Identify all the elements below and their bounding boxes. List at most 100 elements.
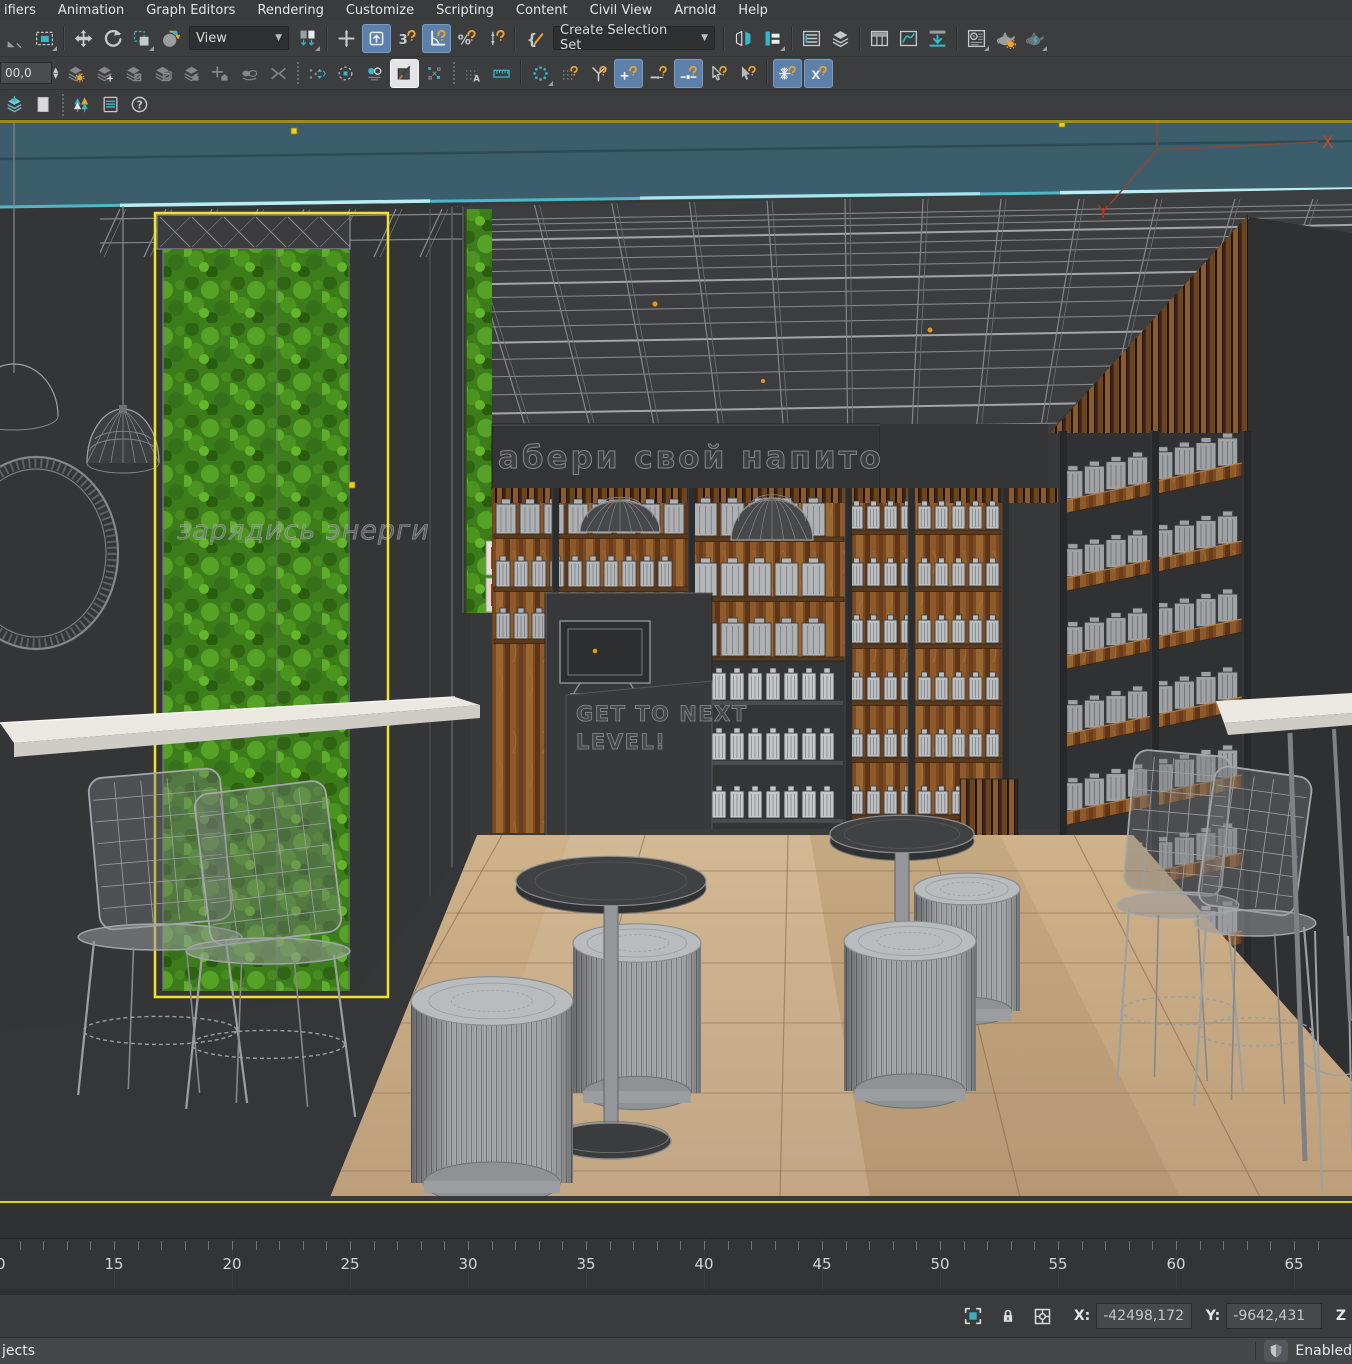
curve-editor-button[interactable] [895,25,922,52]
delete-help-button[interactable]: X [804,59,833,88]
render-setup-button[interactable] [992,25,1019,52]
use-pivot-point-center-button[interactable] [294,25,321,52]
timeline-tick [67,1241,68,1250]
security-shield-button[interactable] [1264,1340,1288,1362]
grid-help-button[interactable] [556,60,583,87]
notes-document-button[interactable] [97,91,124,118]
svg-text:X: X [812,68,821,82]
menu-item-scripting[interactable]: Scripting [425,3,505,18]
selection-lock-toggle-button[interactable] [996,1303,1021,1329]
mirror-icon [733,28,754,49]
align-button[interactable] [759,25,786,52]
material-editor-button[interactable] [963,25,990,52]
snap-override-button[interactable] [333,25,360,52]
manage-layers-button[interactable] [62,60,89,87]
menu-item-help[interactable]: Help [727,3,779,18]
circular-array-button[interactable] [527,60,554,87]
create-new-layer-button[interactable]: + [91,60,118,87]
track-bar-strip[interactable] [0,1203,1352,1239]
prompt-bar: jects Enabled [0,1338,1352,1364]
scatter-objects-button[interactable] [421,60,448,87]
percent-snap-toggle-button[interactable]: % [453,25,480,52]
timeline-tick [1318,1241,1319,1250]
align-pivots-button[interactable] [303,60,330,87]
mirror-button[interactable] [730,25,757,52]
menu-item-ifiers[interactable]: ifiers [2,3,47,18]
rectangular-selection-region-icon [34,28,55,49]
slider-help-button[interactable] [674,59,703,88]
snaps-toggle-button[interactable] [362,24,391,53]
set-current-layer-home-icon [182,64,201,83]
vegetation-paint-button[interactable] [68,91,95,118]
timeline-tick [444,1241,445,1250]
weight-spinner-spinner-arrows[interactable]: ▲▼ [53,67,58,79]
window-crossing-partial-icon [5,28,26,49]
measure-distance-button[interactable] [488,60,515,87]
ik-chain-help-icon [589,64,608,83]
svg-text:+: + [106,73,114,83]
perspective-viewport[interactable]: XYзарядись энергиабери свой напиток здес… [0,120,1352,1203]
isolate-selection-toggle-button[interactable] [961,1303,986,1329]
menu-item-arnold[interactable]: Arnold [663,3,727,18]
spinner-snap-toggle-button[interactable] [482,25,509,52]
cursor-help-button[interactable] [705,60,732,87]
paint-selection-button[interactable] [390,59,419,88]
toggle-ribbon-button[interactable] [866,25,893,52]
help-circle-button[interactable]: ? [126,91,153,118]
window-crossing-partial-button[interactable] [2,25,29,52]
angle-snap-toggle-button[interactable] [422,24,451,53]
timeline-tick [468,1241,469,1250]
x-coordinate-field[interactable]: -42498,172 [1096,1303,1192,1329]
add-point-help-button[interactable] [614,59,643,88]
toggle-layer-explorer-button[interactable] [827,25,854,52]
named-selection-set-dropdown[interactable]: Create Selection Set▼ [553,26,715,50]
segment-help-button[interactable] [645,60,672,87]
snap-3d-button[interactable]: 3 [393,25,420,52]
menu-item-graph-editors[interactable]: Graph Editors [135,3,246,18]
help-circle-icon: ? [130,95,149,114]
ik-chain-help-button[interactable] [585,60,612,87]
menu-item-content[interactable]: Content [505,3,579,18]
timeline-tick [1058,1241,1059,1250]
center-to-object-button[interactable] [332,60,359,87]
merge-layers-button[interactable] [265,60,292,87]
rectangular-selection-region-button[interactable] [31,25,58,52]
add-to-current-layer-button[interactable] [207,60,234,87]
cursor-filled-help-button[interactable] [734,60,761,87]
select-and-scale-button[interactable] [128,25,155,52]
select-and-move-button[interactable] [70,25,97,52]
menu-item-civil-view[interactable]: Civil View [579,3,664,18]
clone-and-align-button[interactable] [361,60,388,87]
toggle-layer-explorer-icon [830,28,851,49]
delete-layer-button[interactable] [120,60,147,87]
add-selection-to-layer-icon [153,64,172,83]
freeze-help-button[interactable] [773,59,802,88]
timeline-tick [798,1241,799,1250]
safe-scene-enabled-label: Enabled [1295,1343,1352,1359]
select-objects-in-layer-button[interactable] [236,60,263,87]
toggle-scene-explorer-button[interactable] [798,25,825,52]
svg-text:Y: Y [1097,203,1109,223]
render-frame-button[interactable] [1021,25,1048,52]
dope-sheet-button[interactable] [924,25,951,52]
menu-item-rendering[interactable]: Rendering [246,3,334,18]
timeline-ruler[interactable]: 101520253035404550556065 [0,1239,1352,1295]
layer-download-button[interactable] [1,91,28,118]
blank-canvas-button[interactable] [30,91,57,118]
center-to-object-icon [336,64,355,83]
svg-text:GET TO NEXT: GET TO NEXT [576,702,748,726]
menu-item-animation[interactable]: Animation [47,3,135,18]
grid-annotate-button[interactable]: A [459,60,486,87]
weight-spinner-field[interactable]: 00,0 [0,62,52,84]
menu-item-customize[interactable]: Customize [335,3,425,18]
add-selection-to-layer-button[interactable] [149,60,176,87]
set-current-layer-home-button[interactable] [178,60,205,87]
absolute-mode-transform-button[interactable] [1030,1303,1055,1329]
edit-named-selection-sets-icon: { [524,28,545,49]
select-and-rotate-button[interactable] [99,25,126,52]
reference-coordinate-system-dropdown[interactable]: View▼ [189,26,289,50]
angle-snap-toggle-icon [426,28,447,49]
y-coordinate-field[interactable]: -9642,431 [1226,1303,1322,1329]
select-and-manipulate-button[interactable] [157,25,184,52]
edit-named-selection-sets-button[interactable]: { [521,25,548,52]
